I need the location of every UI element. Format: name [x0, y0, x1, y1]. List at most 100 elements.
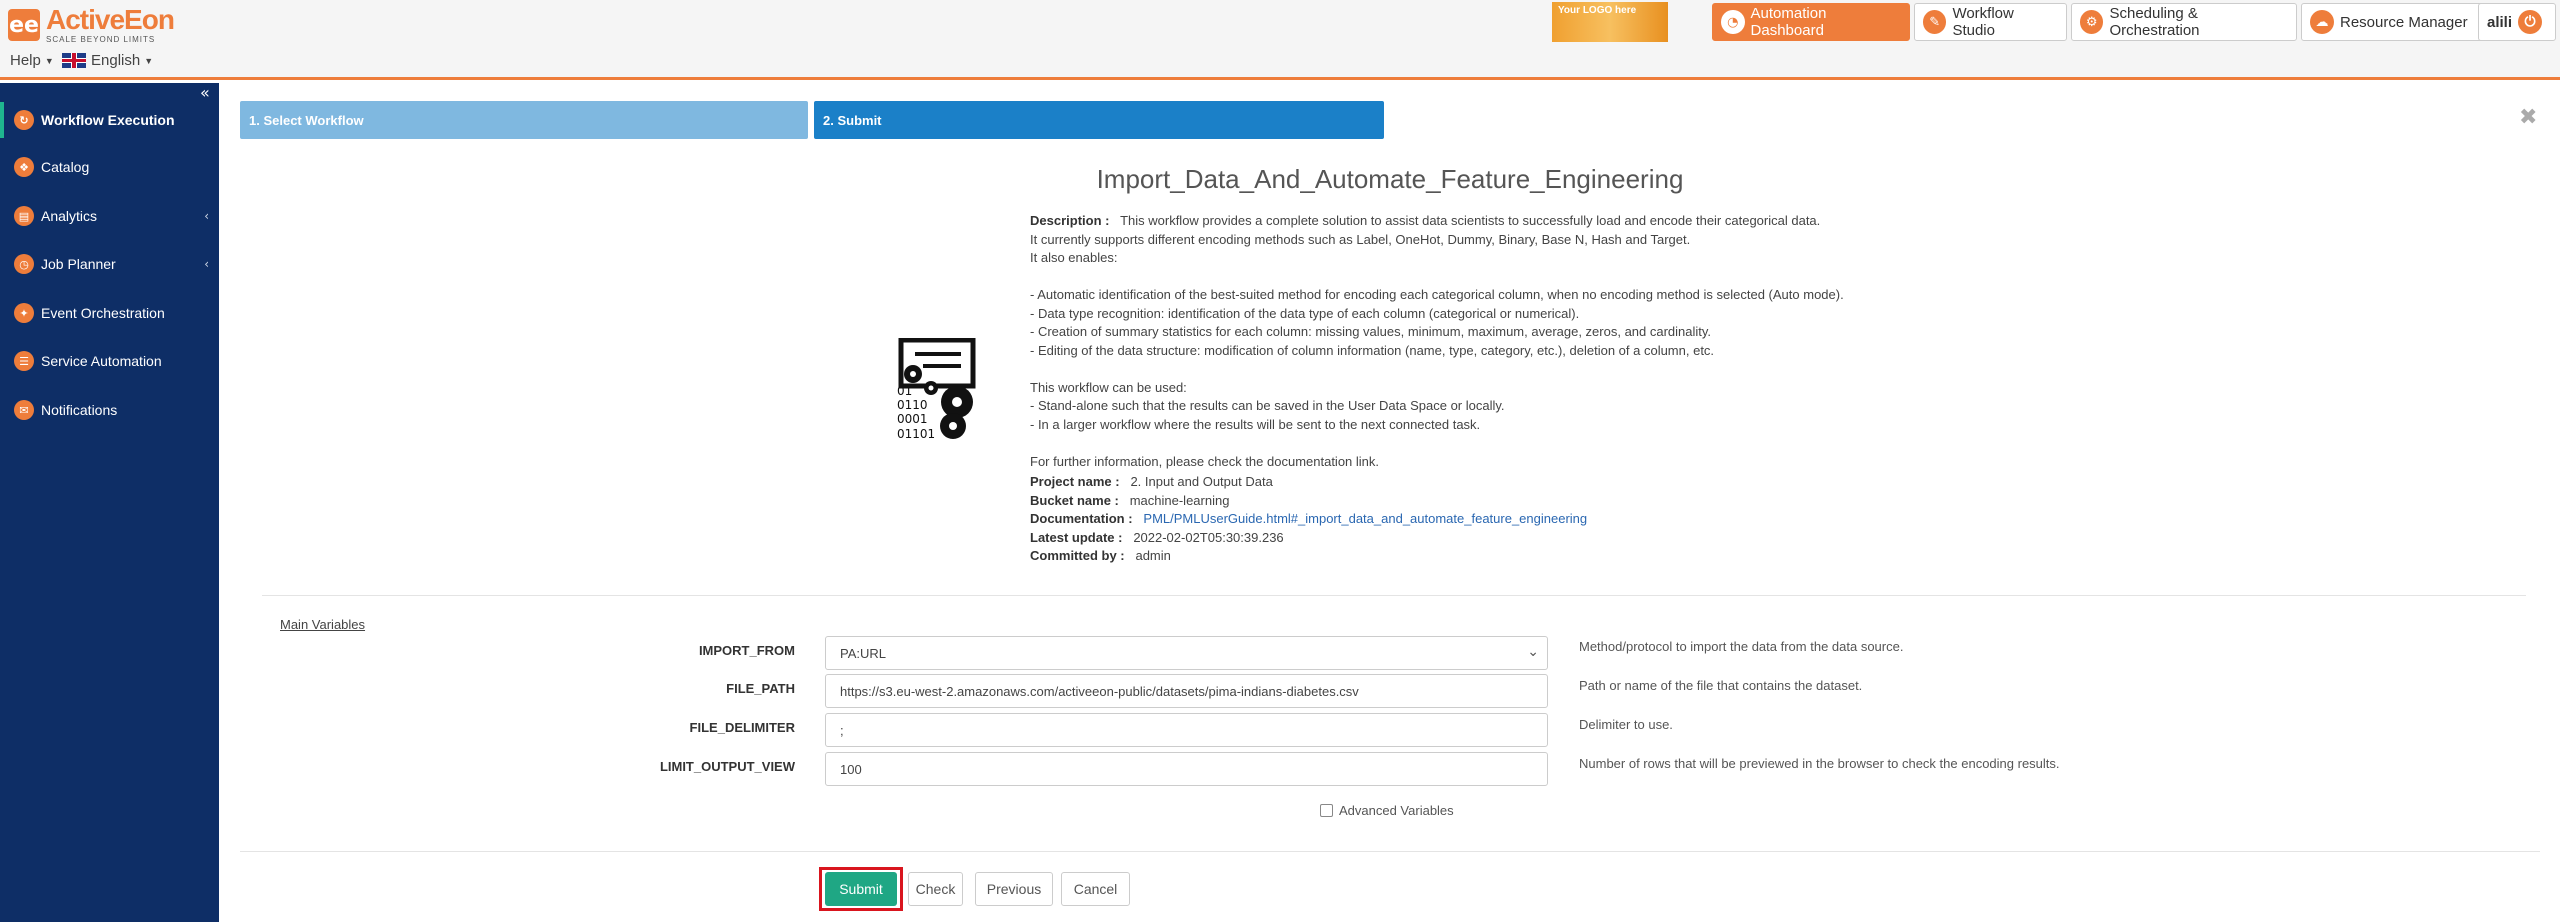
sidebar-item-catalog[interactable]: ❖ Catalog — [0, 149, 219, 185]
studio-icon: ✎ — [1923, 10, 1947, 34]
description-line — [1030, 434, 2030, 453]
divider — [240, 851, 2540, 852]
committed-by-label: Committed by : — [1030, 548, 1125, 563]
description-line: This workflow provides a complete soluti… — [1120, 213, 1821, 228]
sidebar-item-label: Service Automation — [41, 353, 162, 369]
documentation-link[interactable]: PML/PMLUserGuide.html#_import_data_and_a… — [1143, 511, 1587, 526]
sidebar-item-service-automation[interactable]: ☰ Service Automation — [0, 343, 219, 379]
uk-flag-icon — [62, 53, 86, 68]
documentation-label: Documentation : — [1030, 511, 1133, 526]
dashboard-icon: ◔ — [1721, 10, 1745, 34]
brand-tagline: SCALE BEYOND LIMITS — [46, 35, 156, 44]
service-automation-icon: ☰ — [14, 351, 34, 371]
notifications-icon: ✉ — [14, 400, 34, 420]
limit-output-view-input[interactable]: 100 — [825, 752, 1548, 786]
chevron-down-icon: ⌄ — [1527, 644, 1539, 660]
catalog-icon: ❖ — [14, 157, 34, 177]
latest-update-label: Latest update : — [1030, 529, 1123, 545]
description-line: - Creation of summary statistics for eac… — [1030, 324, 1712, 339]
svg-text:0001: 0001 — [897, 412, 928, 426]
sidebar-item-label: Catalog — [41, 159, 90, 175]
scheduler-icon: ⚙ — [2080, 10, 2104, 34]
workflow-execution-icon: ↻ — [14, 110, 34, 130]
close-icon[interactable]: ✖ — [2519, 105, 2537, 130]
description-line: This workflow can be used: — [1030, 379, 1187, 395]
custom-logo-placeholder: Your LOGO here — [1552, 2, 1668, 42]
description-line: It currently supports different encoding… — [1030, 231, 1691, 247]
bucket-name: machine-learning — [1129, 492, 1230, 508]
project-name: 2. Input and Output Data — [1130, 474, 1273, 489]
description-label: Description : — [1030, 213, 1110, 228]
help-label: Help — [10, 52, 41, 69]
variable-name: FILE_PATH — [726, 681, 795, 696]
committed-by: admin — [1135, 548, 1171, 563]
file-delimiter-input[interactable]: ; — [825, 713, 1548, 747]
resource-manager-button[interactable]: ☁ Resource Manager — [2301, 3, 2483, 41]
check-button[interactable]: Check — [908, 872, 963, 906]
advanced-variables-label: Advanced Variables — [1339, 803, 1454, 818]
divider — [262, 595, 2526, 596]
help-menu[interactable]: Help ▼ — [10, 52, 54, 69]
chevron-left-icon: ‹ — [204, 209, 209, 223]
file-path-input[interactable]: https://s3.eu-west-2.amazonaws.com/activ… — [825, 674, 1548, 708]
language-label: English — [91, 52, 141, 69]
svg-text:0110: 0110 — [897, 398, 928, 412]
advanced-variables-checkbox[interactable] — [1320, 804, 1333, 817]
chevron-left-icon: ‹ — [204, 257, 209, 271]
caret-down-icon: ▼ — [44, 55, 54, 66]
portal-label: Automation Dashboard — [1750, 5, 1827, 39]
step-submit[interactable]: 2. Submit — [814, 101, 1384, 139]
main-variables-title: Main Variables — [280, 617, 366, 632]
sidebar-item-label: Notifications — [41, 402, 118, 418]
advanced-variables-toggle[interactable]: Advanced Variables — [1320, 803, 1454, 818]
description-line: It also enables: — [1030, 250, 1118, 265]
variable-name: IMPORT_FROM — [698, 643, 795, 658]
workflow-studio-button[interactable]: ✎ Workflow Studio — [1914, 3, 2067, 41]
svg-text:01: 01 — [897, 384, 912, 398]
variable-help: Method/protocol to import the data from … — [1579, 639, 1904, 654]
import-from-select[interactable]: PA:URL ⌄ — [825, 636, 1548, 670]
analytics-icon: ▤ — [14, 206, 34, 226]
previous-button[interactable]: Previous — [975, 872, 1053, 906]
description-line: - Data type recognition: identification … — [1030, 305, 1580, 321]
cancel-button[interactable]: Cancel — [1061, 872, 1130, 906]
workflow-data-encoding-icon: 01 0110 0001 01101 — [897, 338, 976, 441]
sidebar-item-analytics[interactable]: ▤ Analytics ‹ — [0, 198, 219, 234]
user-menu[interactable]: alili ⏻ — [2478, 3, 2556, 41]
description-line: - Automatic identification of the best-s… — [1030, 287, 1844, 302]
variable-name: LIMIT_OUTPUT_VIEW — [659, 759, 795, 774]
select-value: PA:URL — [840, 645, 886, 661]
sidebar-item-workflow-execution[interactable]: ↻ Workflow Execution — [0, 102, 219, 138]
cloud-icon: ☁ — [2310, 10, 2334, 34]
sidebar-item-job-planner[interactable]: ◷ Job Planner ‹ — [0, 246, 219, 282]
workflow-title: Import_Data_And_Automate_Feature_Enginee… — [1096, 164, 1684, 194]
top-bar: ee ActiveEon SCALE BEYOND LIMITS Help ▼ … — [0, 0, 2560, 80]
activeeon-logo[interactable]: ee ActiveEon SCALE BEYOND LIMITS — [8, 6, 175, 44]
sidebar-item-label: Analytics — [41, 208, 98, 224]
workflow-description: Description : This workflow provides a c… — [1030, 212, 2030, 471]
submit-button[interactable]: Submit — [825, 872, 897, 906]
variable-help: Delimiter to use. — [1579, 717, 1673, 732]
sidebar-item-label: Event Orchestration — [41, 305, 165, 321]
description-line: For further information, please check th… — [1030, 453, 1380, 469]
username: alili — [2487, 13, 2513, 31]
step-select-workflow[interactable]: 1. Select Workflow — [240, 101, 808, 139]
sidebar: « ↻ Workflow Execution ❖ Catalog ▤ Analy… — [0, 83, 219, 922]
svg-text:01101: 01101 — [897, 427, 935, 441]
language-menu[interactable]: English ▼ — [62, 52, 153, 69]
logout-icon[interactable]: ⏻ — [2518, 10, 2543, 34]
activeeon-logo-icon: ee — [8, 9, 40, 41]
scheduling-orchestration-button[interactable]: ⚙ Scheduling & Orchestration — [2071, 3, 2297, 41]
portal-label: Resource Manager — [2340, 13, 2468, 31]
bucket-name-label: Bucket name : — [1030, 492, 1119, 508]
latest-update: 2022-02-02T05:30:39.236 — [1133, 529, 1284, 545]
collapse-sidebar-icon[interactable]: « — [200, 83, 210, 102]
variable-help: Path or name of the file that contains t… — [1579, 678, 1863, 693]
description-line — [1030, 268, 2030, 287]
sidebar-item-event-orchestration[interactable]: ✦ Event Orchestration — [0, 295, 219, 331]
sidebar-item-notifications[interactable]: ✉ Notifications — [0, 392, 219, 428]
description-line — [1030, 360, 2030, 379]
portal-label: Workflow Studio — [1952, 5, 2014, 39]
sidebar-item-label: Workflow Execution — [41, 112, 175, 128]
automation-dashboard-button[interactable]: ◔ Automation Dashboard — [1712, 3, 1910, 41]
